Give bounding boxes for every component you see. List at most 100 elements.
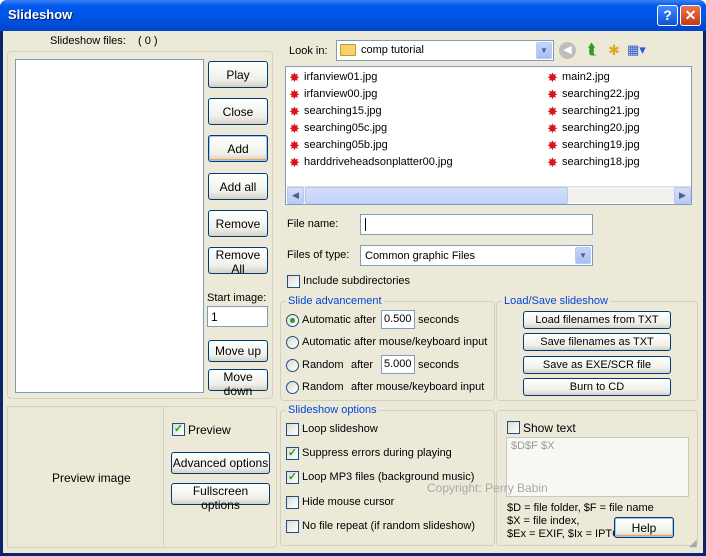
image-file-icon: ✸ — [289, 121, 300, 136]
preview-checkbox[interactable]: ✓ — [172, 423, 185, 436]
hide-mouse-checkbox[interactable] — [286, 496, 299, 509]
seconds-label: seconds — [418, 314, 459, 326]
loop-mp3-checkbox[interactable]: ✓ — [286, 471, 299, 484]
random-seconds-input[interactable]: 5.000 — [381, 355, 415, 374]
copyright-watermark: Copyright: Perry Babin — [427, 481, 548, 495]
random-seconds-label: seconds — [418, 359, 459, 371]
preview-image-area: Preview image — [7, 406, 164, 548]
automatic-mouse-label[interactable]: Automatic after mouse/keyboard input — [302, 336, 487, 348]
slideshow-files-count: ( 0 ) — [138, 35, 158, 47]
random-radio[interactable] — [286, 359, 299, 372]
scroll-left-icon[interactable]: ◀ — [287, 187, 304, 204]
dialog-client: Slideshow files: ( 0 ) Play Close Add Ad… — [3, 31, 703, 553]
look-in-value: comp tutorial — [361, 44, 424, 56]
files-of-type-select[interactable]: Common graphic Files ▼ — [360, 245, 593, 266]
list-item[interactable]: ✸ searching22.jpg — [547, 88, 640, 104]
no-file-repeat-label[interactable]: No file repeat (if random slideshow) — [302, 520, 475, 532]
close-button[interactable]: Close — [208, 98, 268, 125]
random-mouse-radio[interactable] — [286, 381, 299, 394]
show-text-value: $D$F $X — [511, 440, 555, 452]
include-subdirectories-checkbox[interactable] — [287, 275, 300, 288]
hide-mouse-label[interactable]: Hide mouse cursor — [302, 496, 394, 508]
loop-slideshow-checkbox[interactable] — [286, 423, 299, 436]
list-item[interactable]: ✸ searching05c.jpg — [289, 122, 387, 138]
save-filenames-button[interactable]: Save filenames as TXT — [523, 333, 671, 351]
automatic-mouse-radio[interactable] — [286, 336, 299, 349]
title-bar[interactable]: Slideshow ? ✕ — [0, 0, 706, 31]
no-file-repeat-checkbox[interactable] — [286, 520, 299, 533]
list-item[interactable]: ✸ searching19.jpg — [547, 139, 640, 155]
loop-slideshow-label[interactable]: Loop slideshow — [302, 423, 378, 435]
fullscreen-options-button[interactable]: Fullscreen options — [171, 483, 270, 512]
automatic-after-label[interactable]: Automatic after — [302, 314, 376, 326]
random-mouse-label-b: after mouse/keyboard input — [351, 381, 485, 393]
list-item[interactable]: ✸ searching20.jpg — [547, 122, 640, 138]
preview-checkbox-label[interactable]: Preview — [188, 423, 231, 437]
list-item[interactable]: ✸ searching15.jpg — [289, 105, 382, 121]
scroll-right-icon[interactable]: ▶ — [674, 187, 691, 204]
add-all-button[interactable]: Add all — [208, 173, 268, 200]
files-of-type-label: Files of type: — [287, 249, 350, 261]
image-file-icon: ✸ — [547, 121, 558, 136]
help-button[interactable]: Help — [614, 517, 674, 538]
chevron-down-icon[interactable]: ▼ — [536, 42, 552, 59]
resize-grip-icon[interactable]: ◢ — [689, 538, 701, 550]
file-name-label: File name: — [287, 218, 339, 230]
start-image-input[interactable]: 1 — [207, 306, 268, 327]
scroll-thumb[interactable] — [305, 187, 568, 204]
remove-button[interactable]: Remove — [208, 210, 268, 237]
slideshow-files-label: Slideshow files: — [50, 35, 126, 47]
slideshow-file-list[interactable] — [15, 59, 204, 393]
help-line-2: $X = file index, — [507, 515, 580, 527]
remove-all-button[interactable]: Remove All — [208, 247, 268, 276]
image-file-icon: ✸ — [547, 155, 558, 170]
automatic-seconds-input[interactable]: 0.500 — [381, 310, 415, 329]
close-icon[interactable]: ✕ — [680, 5, 701, 26]
image-file-icon: ✸ — [289, 138, 300, 153]
show-text-checkbox[interactable] — [507, 421, 520, 434]
advanced-options-button[interactable]: Advanced options — [171, 452, 270, 474]
play-button[interactable]: Play — [208, 61, 268, 88]
random-label[interactable]: Random — [302, 359, 344, 371]
suppress-errors-checkbox[interactable]: ✓ — [286, 447, 299, 460]
help-icon[interactable]: ? — [657, 5, 678, 26]
add-button[interactable]: Add — [208, 135, 268, 162]
preview-image-label: Preview image — [52, 471, 131, 485]
burn-cd-button[interactable]: Burn to CD — [523, 378, 671, 396]
list-item[interactable]: ✸ searching18.jpg — [547, 156, 640, 172]
show-text-label[interactable]: Show text — [523, 421, 576, 435]
load-save-title: Load/Save slideshow — [502, 295, 610, 307]
include-subdirectories-label[interactable]: Include subdirectories — [303, 275, 410, 287]
look-in-label: Look in: — [289, 45, 328, 57]
start-image-label: Start image: — [207, 292, 267, 304]
list-item[interactable]: ✸ searching05b.jpg — [289, 139, 388, 155]
image-file-icon: ✸ — [547, 138, 558, 153]
suppress-errors-label[interactable]: Suppress errors during playing — [302, 447, 452, 459]
back-icon[interactable]: ◀ — [559, 42, 576, 59]
file-name-input[interactable] — [360, 214, 593, 235]
list-item[interactable]: ✸ irfanview01.jpg — [289, 71, 377, 87]
move-down-button[interactable]: Move down — [208, 369, 268, 398]
list-item[interactable]: ✸ searching21.jpg — [547, 105, 640, 121]
load-filenames-button[interactable]: Load filenames from TXT — [523, 311, 671, 329]
image-file-icon: ✸ — [547, 104, 558, 119]
image-file-icon: ✸ — [289, 70, 300, 85]
image-file-icon: ✸ — [547, 87, 558, 102]
random-mouse-label[interactable]: Random — [302, 381, 344, 393]
window-title: Slideshow — [8, 7, 73, 22]
view-menu-icon[interactable]: ▦▾ — [627, 41, 653, 59]
list-item[interactable]: ✸ irfanview00.jpg — [289, 88, 377, 104]
look-in-combo[interactable]: comp tutorial ▼ — [336, 40, 554, 61]
chevron-down-icon[interactable]: ▼ — [575, 247, 591, 264]
help-line-1: $D = file folder, $F = file name — [507, 502, 654, 514]
folder-icon — [340, 44, 356, 56]
up-folder-icon[interactable]: ⮬ — [583, 41, 601, 59]
save-exe-button[interactable]: Save as EXE/SCR file — [523, 356, 671, 374]
list-item[interactable]: ✸ main2.jpg — [547, 71, 610, 87]
random-after-label: after — [351, 359, 374, 371]
automatic-after-radio[interactable] — [286, 314, 299, 327]
new-folder-icon[interactable]: ✱ — [605, 41, 623, 59]
move-up-button[interactable]: Move up — [208, 340, 268, 362]
list-item[interactable]: ✸ harddriveheadsonplatter00.jpg — [289, 156, 453, 172]
horizontal-scrollbar[interactable]: ◀ ▶ — [287, 186, 691, 204]
